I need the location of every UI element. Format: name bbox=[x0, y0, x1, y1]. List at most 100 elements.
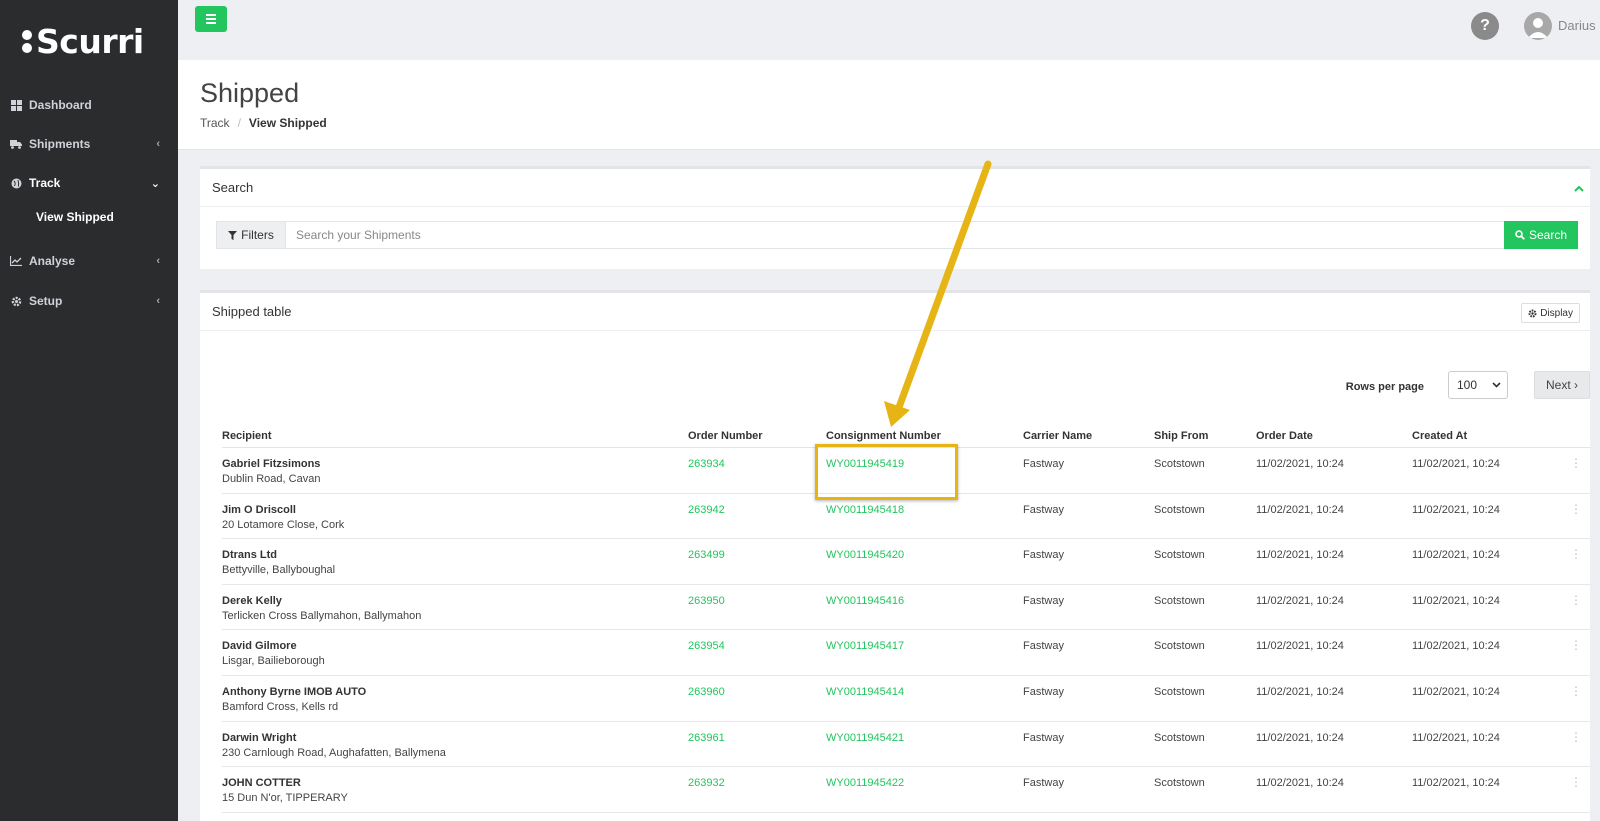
carrier-name: Fastway bbox=[1023, 594, 1064, 607]
rows-per-page-select[interactable]: 100 bbox=[1448, 371, 1508, 399]
order-number-link[interactable]: 263960 bbox=[688, 686, 725, 698]
display-button[interactable]: Display bbox=[1521, 303, 1580, 323]
order-date: 11/02/2021, 10:24 bbox=[1256, 503, 1344, 516]
consignment-number-link[interactable]: WY0011945417 bbox=[826, 640, 904, 652]
column-header-consignment-number[interactable]: Consignment Number bbox=[826, 430, 941, 442]
search-input[interactable]: Search your Shipments bbox=[286, 221, 1504, 249]
recipient-address: Lisgar, Bailieborough bbox=[222, 655, 325, 668]
row-actions-icon[interactable]: ⋮ bbox=[1570, 456, 1582, 470]
column-header-ship-from[interactable]: Ship From bbox=[1154, 430, 1208, 442]
carrier-name: Fastway bbox=[1023, 549, 1064, 562]
carrier-name: Fastway bbox=[1023, 503, 1064, 516]
order-number-link[interactable]: 263932 bbox=[688, 777, 725, 789]
logo-mark-icon bbox=[22, 30, 32, 53]
table-row[interactable]: JOHN COTTER 15 Dun N'or, TIPPERARY 263932 W… bbox=[222, 767, 1590, 813]
row-actions-icon[interactable]: ⋮ bbox=[1570, 593, 1582, 607]
row-actions-icon[interactable]: ⋮ bbox=[1570, 730, 1582, 744]
row-actions-icon[interactable]: ⋮ bbox=[1570, 684, 1582, 698]
carrier-name: Fastway bbox=[1023, 731, 1064, 744]
order-number-link[interactable]: 263954 bbox=[688, 640, 725, 652]
row-actions-icon[interactable]: ⋮ bbox=[1570, 775, 1582, 789]
chevron-down-icon: ⌄ bbox=[150, 177, 160, 190]
annotation-highlight-box bbox=[815, 444, 958, 500]
sidebar-item-dashboard[interactable]: Dashboard bbox=[0, 94, 178, 116]
recipient-address: Terlicken Cross Ballymahon, Ballymahon bbox=[222, 609, 422, 622]
row-actions-icon[interactable]: ⋮ bbox=[1570, 638, 1582, 652]
sidebar-item-setup[interactable]: Setup ‹ bbox=[0, 290, 178, 312]
sidebar-item-label: Setup bbox=[29, 294, 63, 308]
created-at: 11/02/2021, 10:24 bbox=[1412, 458, 1500, 470]
table-row[interactable]: Dtrans Ltd Bettyville, Ballyboughal 263499… bbox=[222, 539, 1590, 585]
created-at: 11/02/2021, 10:24 bbox=[1412, 777, 1500, 790]
table-row[interactable]: Darwin Wright 230 Carnlough Road, Aughafa… bbox=[222, 722, 1590, 768]
order-number-link[interactable]: 263934 bbox=[688, 458, 725, 470]
ship-from: Scotstown bbox=[1154, 777, 1205, 790]
created-at: 11/02/2021, 10:24 bbox=[1412, 594, 1500, 607]
user-name[interactable]: Darius bbox=[1558, 18, 1596, 33]
ship-from: Scotstown bbox=[1154, 685, 1205, 698]
page-title: Shipped bbox=[200, 78, 300, 108]
ship-from: Scotstown bbox=[1154, 731, 1205, 744]
table-panel-header: Shipped table Display bbox=[200, 293, 1590, 331]
chevron-up-icon[interactable] bbox=[1574, 181, 1584, 195]
table-row[interactable]: David Gilmore Lisgar, Bailieborough 263954… bbox=[222, 630, 1590, 676]
avatar[interactable] bbox=[1524, 12, 1552, 40]
recipient-name: Anthony Byrne IMOB AUTO bbox=[222, 685, 367, 698]
next-page-button[interactable]: Next › bbox=[1534, 371, 1590, 399]
sidebar-item-analyse[interactable]: Analyse ‹ bbox=[0, 250, 178, 272]
consignment-number-link[interactable]: WY0011945422 bbox=[826, 777, 904, 789]
table-row[interactable]: Jim O Driscoll 20 Lotamore Close, Cork 263… bbox=[222, 494, 1590, 540]
sidebar-subitem-view-shipped[interactable]: View Shipped bbox=[36, 210, 114, 224]
search-button[interactable]: Search bbox=[1504, 221, 1578, 249]
recipient-address: Bettyville, Ballyboughal bbox=[222, 564, 336, 577]
recipient-address: Dublin Road, Cavan bbox=[222, 473, 321, 485]
truck-icon bbox=[10, 138, 22, 150]
ship-from: Scotstown bbox=[1154, 549, 1205, 562]
column-header-created-at[interactable]: Created At bbox=[1412, 430, 1467, 442]
recipient-name: David Gilmore bbox=[222, 640, 297, 653]
order-number-link[interactable]: 263942 bbox=[688, 504, 725, 516]
carrier-name: Fastway bbox=[1023, 777, 1064, 790]
breadcrumb: Track / View Shipped bbox=[200, 116, 327, 130]
scurri-logo[interactable]: Scurri bbox=[22, 22, 144, 61]
chart-icon bbox=[10, 255, 22, 267]
consignment-number-link[interactable]: WY0011945420 bbox=[826, 549, 904, 561]
table-row[interactable]: Anthony Byrne IMOB AUTO Bamford Cross, Ke… bbox=[222, 676, 1590, 722]
table-body: Gabriel Fitzsimons Dublin Road, Cavan 2639… bbox=[222, 448, 1590, 813]
row-actions-icon[interactable]: ⋮ bbox=[1570, 547, 1582, 561]
ship-from: Scotstown bbox=[1154, 458, 1205, 470]
order-number-link[interactable]: 263961 bbox=[688, 732, 725, 744]
recipient-name: Gabriel Fitzsimons bbox=[222, 458, 321, 470]
carrier-name: Fastway bbox=[1023, 458, 1064, 470]
help-button[interactable]: ? bbox=[1471, 12, 1499, 40]
sidebar-item-shipments[interactable]: Shipments ‹ bbox=[0, 133, 178, 155]
row-actions-icon[interactable]: ⋮ bbox=[1570, 502, 1582, 516]
chevron-left-icon: ‹ bbox=[156, 138, 160, 150]
recipient-name: Jim O Driscoll bbox=[222, 503, 296, 516]
breadcrumb-track-link[interactable]: Track bbox=[200, 116, 230, 130]
consignment-number-link[interactable]: WY0011945418 bbox=[826, 504, 904, 516]
consignment-number-link[interactable]: WY0011945421 bbox=[826, 732, 904, 744]
filters-button[interactable]: Filters bbox=[216, 221, 286, 249]
breadcrumb-current: View Shipped bbox=[248, 116, 327, 130]
order-number-link[interactable]: 263499 bbox=[688, 549, 725, 561]
column-header-carrier-name[interactable]: Carrier Name bbox=[1023, 430, 1092, 442]
sidebar-item-label: Analyse bbox=[29, 254, 76, 268]
column-header-order-number[interactable]: Order Number bbox=[688, 430, 763, 442]
rows-per-page-label: Rows per page bbox=[1345, 381, 1424, 393]
order-number-link[interactable]: 263950 bbox=[688, 595, 725, 607]
recipient-name: Derek Kelly bbox=[222, 594, 282, 607]
table-row[interactable]: Derek Kelly Terlicken Cross Ballymahon, B… bbox=[222, 585, 1590, 631]
sidebar-item-track[interactable]: Track ⌄ bbox=[0, 172, 178, 194]
chevron-left-icon: ‹ bbox=[156, 255, 160, 267]
column-header-order-date[interactable]: Order Date bbox=[1256, 430, 1313, 442]
search-panel-header[interactable]: Search bbox=[200, 169, 1590, 207]
consignment-number-link[interactable]: WY0011945414 bbox=[826, 686, 904, 698]
order-date: 11/02/2021, 10:24 bbox=[1256, 731, 1344, 744]
sidebar-item-label: Shipments bbox=[29, 137, 91, 151]
table-panel-title: Shipped table bbox=[212, 304, 292, 319]
consignment-number-link[interactable]: WY0011945416 bbox=[826, 595, 904, 607]
menu-toggle-button[interactable] bbox=[195, 6, 227, 32]
top-bar bbox=[178, 0, 1600, 60]
column-header-recipient[interactable]: Recipient bbox=[222, 430, 272, 442]
